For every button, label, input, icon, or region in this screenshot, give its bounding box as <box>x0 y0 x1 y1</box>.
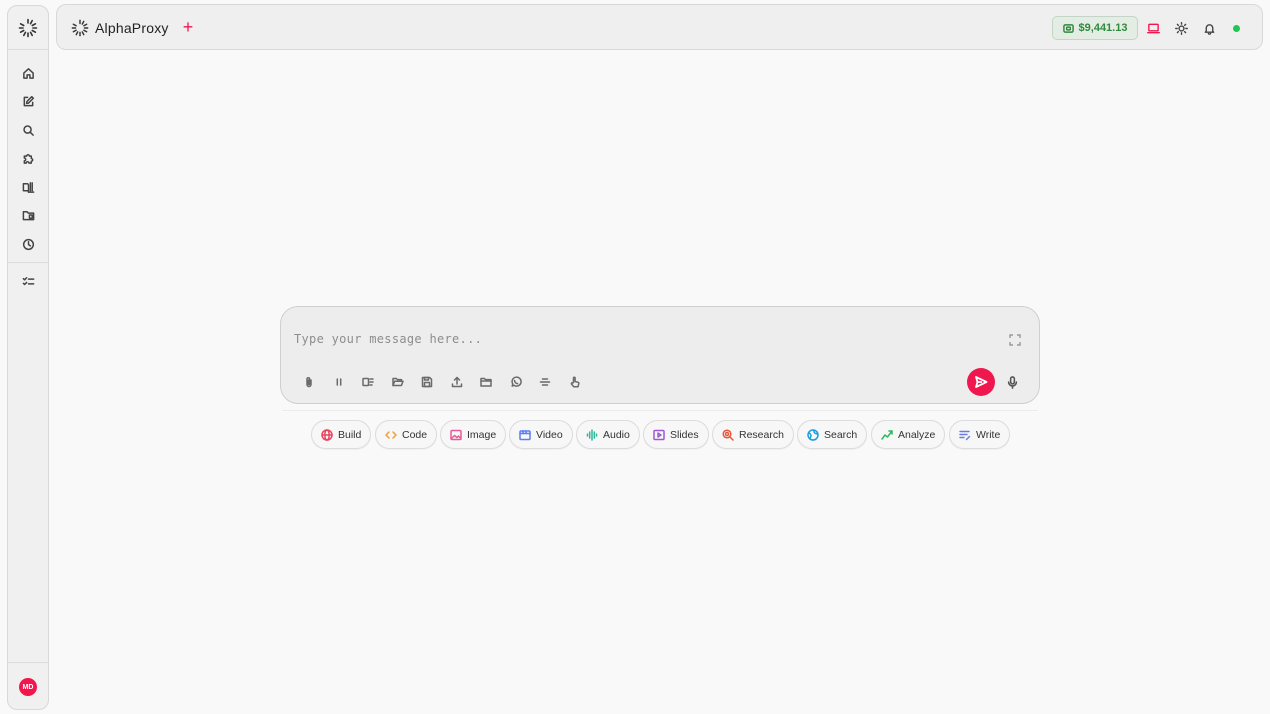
chip-label: Video <box>536 428 563 441</box>
pause-button[interactable] <box>331 374 347 390</box>
user-avatar[interactable]: MD <box>19 678 37 696</box>
save-button[interactable] <box>419 374 435 390</box>
send-icon <box>975 376 988 388</box>
tasks-icon <box>22 276 34 285</box>
chip-label: Analyze <box>898 428 936 441</box>
library-icon <box>22 181 34 193</box>
chip-search[interactable]: Search <box>797 420 868 449</box>
home-icon <box>22 67 34 79</box>
code-icon <box>385 430 397 439</box>
laptop-icon <box>1146 23 1160 33</box>
sidebar-item-library[interactable] <box>8 176 48 198</box>
chip-label: Research <box>739 428 784 441</box>
balance-badge[interactable]: $9,441.13 <box>1052 16 1138 40</box>
online-status-indicator <box>1233 25 1240 32</box>
upload-button[interactable] <box>449 374 465 390</box>
chip-label: Slides <box>670 428 699 441</box>
balance-amount: $9,441.13 <box>1078 22 1128 34</box>
video-icon <box>519 429 531 440</box>
chip-label: Write <box>976 428 1001 441</box>
folder-icon <box>480 377 492 387</box>
attach-button[interactable] <box>301 374 317 390</box>
audio-icon <box>586 428 598 441</box>
hand-pointer-icon <box>570 376 580 388</box>
search-icon <box>22 124 34 136</box>
paperclip-icon <box>306 377 312 388</box>
chip-label: Build <box>338 428 362 441</box>
chip-analyze[interactable]: Analyze <box>871 420 946 449</box>
chip-write[interactable]: Write <box>949 420 1011 449</box>
expand-icon <box>1009 334 1021 346</box>
computer-button[interactable] <box>1144 19 1162 37</box>
strikethrough-icon <box>539 378 551 386</box>
search-globe-icon <box>807 428 819 441</box>
sidebar-item-home[interactable] <box>8 62 48 84</box>
sidebar-item-new-chat[interactable] <box>8 90 48 112</box>
new-chat-button[interactable]: + <box>179 18 197 36</box>
sidebar-item-files[interactable] <box>8 204 48 226</box>
research-icon <box>722 428 734 441</box>
bell-icon <box>1204 23 1214 35</box>
sidebar-item-history[interactable] <box>8 233 48 255</box>
message-composer <box>280 306 1040 404</box>
chip-audio[interactable]: Audio <box>576 420 640 449</box>
history-icon <box>22 238 34 250</box>
chip-label: Search <box>824 428 858 441</box>
templates-button[interactable] <box>360 374 376 390</box>
top-bar: AlphaProxy + $9,441.13 <box>56 4 1263 50</box>
sidebar-divider <box>8 262 48 263</box>
puzzle-icon <box>23 153 33 164</box>
chip-image[interactable]: Image <box>440 420 507 449</box>
chip-code[interactable]: Code <box>375 420 438 449</box>
sidebar-item-tasks[interactable] <box>8 270 48 292</box>
whatsapp-icon <box>510 376 522 387</box>
app-logo-icon[interactable] <box>18 18 38 38</box>
folder-open-icon <box>391 377 404 387</box>
open-folder-button[interactable] <box>390 374 406 390</box>
chip-label: Audio <box>603 428 630 441</box>
chip-label: Image <box>467 428 497 441</box>
brand-logo-icon <box>71 19 89 37</box>
chip-video[interactable]: Video <box>509 420 573 449</box>
expand-button[interactable] <box>1009 333 1021 346</box>
slides-icon <box>653 429 665 440</box>
chip-label: Code <box>402 428 428 441</box>
notifications-button[interactable] <box>1200 19 1218 37</box>
chip-research[interactable]: Research <box>712 420 794 449</box>
microphone-icon <box>1007 375 1017 389</box>
sidebar-item-plugins[interactable] <box>8 147 48 169</box>
sun-icon <box>1174 21 1188 35</box>
wallet-icon <box>1062 23 1074 33</box>
send-button[interactable] <box>967 368 995 396</box>
pause-icon <box>336 378 341 386</box>
chip-build[interactable]: Build <box>311 420 372 449</box>
folder-button[interactable] <box>478 374 494 390</box>
sidebar-divider <box>8 662 48 663</box>
chip-slides[interactable]: Slides <box>643 420 709 449</box>
pointer-button[interactable] <box>567 374 583 390</box>
voice-input-button[interactable] <box>1003 373 1021 391</box>
brand-name: AlphaProxy <box>95 20 169 36</box>
strikethrough-button[interactable] <box>537 374 553 390</box>
sidebar: MD <box>7 5 49 710</box>
save-icon <box>421 376 433 388</box>
sidebar-divider <box>8 49 48 50</box>
composer-toolbar <box>301 374 583 390</box>
edit-icon <box>23 95 34 106</box>
theme-toggle-button[interactable] <box>1172 19 1190 37</box>
image-icon <box>450 429 462 440</box>
folder-icon <box>22 210 34 220</box>
message-input[interactable] <box>294 329 974 349</box>
composer-divider <box>282 410 1038 411</box>
sidebar-item-search[interactable] <box>8 119 48 141</box>
whatsapp-button[interactable] <box>508 374 524 390</box>
globe-icon <box>321 428 333 441</box>
layout-icon <box>362 377 374 387</box>
analyze-icon <box>881 429 893 440</box>
upload-icon <box>451 376 462 388</box>
write-icon <box>959 430 971 440</box>
